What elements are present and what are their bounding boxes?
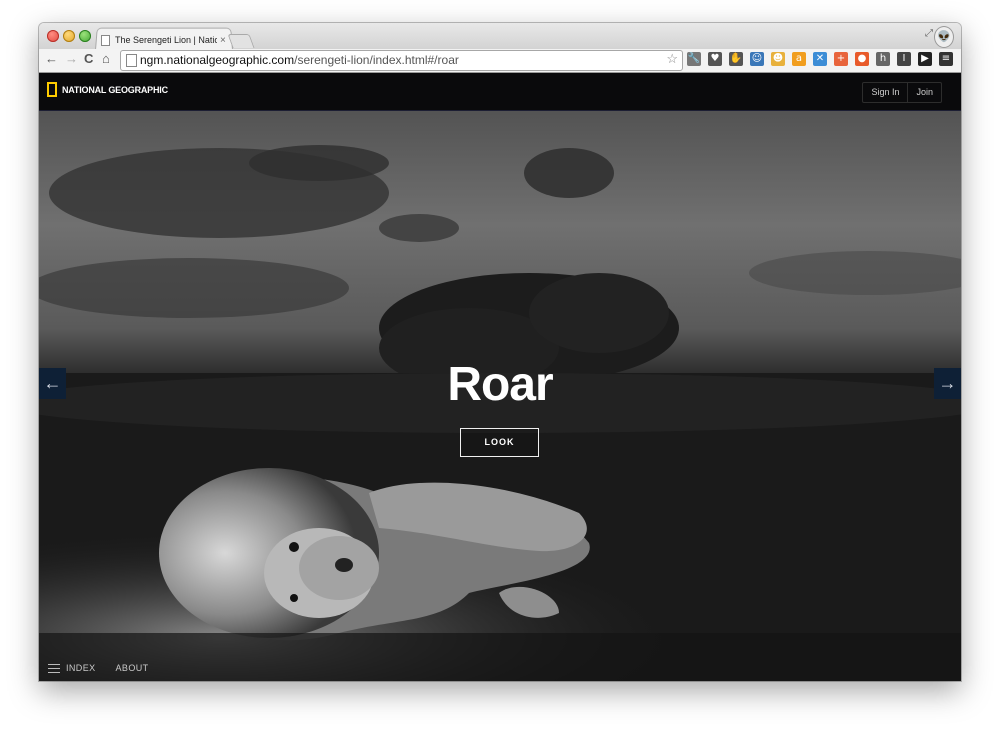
site-header: NATIONAL GEOGRAPHIC Sign In Join xyxy=(39,73,961,111)
web-page: NATIONAL GEOGRAPHIC Sign In Join ← → Roa… xyxy=(39,73,961,681)
url-path: /serengeti-lion/index.html#/roar xyxy=(294,53,459,67)
tab-close-icon[interactable]: × xyxy=(220,35,226,46)
url-host: ngm.nationalgeographic.com xyxy=(140,53,295,67)
page-footer-nav: INDEX ABOUT xyxy=(48,663,169,673)
tab-content[interactable]: The Serengeti Lion | Nation × xyxy=(101,31,229,49)
home-button[interactable]: ⌂ xyxy=(102,51,110,66)
pocket-icon[interactable]: ♥ xyxy=(708,52,722,66)
address-bar[interactable]: ngm.nationalgeographic.com/serengeti-lio… xyxy=(120,50,683,71)
face-extension-icon[interactable]: ☺ xyxy=(750,52,764,66)
hand-icon[interactable]: ✋ xyxy=(729,52,743,66)
sign-in-button[interactable]: Sign In xyxy=(863,83,907,102)
smile-extension-icon[interactable]: ☻ xyxy=(771,52,785,66)
profile-avatar[interactable]: 👽 xyxy=(934,26,954,48)
page-icon xyxy=(101,34,110,46)
x-extension-icon[interactable]: ✕ xyxy=(813,52,827,66)
back-button[interactable]: ← xyxy=(45,51,58,66)
browser-toolbar: ← → C ⌂ ngm.nationalgeographic.com/seren… xyxy=(39,49,961,73)
minimize-window-button[interactable] xyxy=(63,30,75,42)
about-link[interactable]: ABOUT xyxy=(116,663,149,673)
tab-title: The Serengeti Lion | Nation xyxy=(115,35,217,45)
browser-window: The Serengeti Lion | Nation × ⤢ 👽 ← → C … xyxy=(39,23,961,681)
bookmark-star-icon[interactable]: ☆ xyxy=(666,51,678,67)
join-button[interactable]: Join xyxy=(907,83,941,102)
index-link[interactable]: INDEX xyxy=(66,663,96,673)
look-button[interactable]: LOOK xyxy=(460,428,539,457)
orange-extension-icon[interactable]: ● xyxy=(855,52,869,66)
yellow-border-logo-icon xyxy=(47,82,57,97)
wrench-icon[interactable]: 🔧 xyxy=(687,52,701,66)
fullscreen-icon[interactable]: ⤢ xyxy=(925,28,933,39)
url-text[interactable]: ngm.nationalgeographic.com/serengeti-lio… xyxy=(140,53,459,67)
i-extension-icon[interactable]: I xyxy=(897,52,911,66)
play-extension-icon[interactable]: ▶ xyxy=(918,52,932,66)
amazon-icon[interactable]: a xyxy=(792,52,806,66)
auth-buttons: Sign In Join xyxy=(862,82,942,103)
zoom-window-button[interactable] xyxy=(79,30,91,42)
tab-bar: The Serengeti Lion | Nation × ⤢ 👽 xyxy=(39,23,961,50)
logo-text: NATIONAL GEOGRAPHIC xyxy=(62,84,168,95)
chapter-title: Roar xyxy=(447,358,553,411)
h-extension-icon[interactable]: h xyxy=(876,52,890,66)
close-window-button[interactable] xyxy=(47,30,59,42)
hamburger-menu-icon[interactable] xyxy=(48,663,60,673)
reload-button[interactable]: C xyxy=(84,51,93,66)
menu-icon[interactable]: ≡ xyxy=(939,52,953,66)
nat-geo-logo[interactable]: NATIONAL GEOGRAPHIC xyxy=(47,82,168,97)
page-icon xyxy=(126,54,137,67)
new-tab-button[interactable] xyxy=(227,34,255,48)
forward-button[interactable]: → xyxy=(65,51,78,66)
plus-extension-icon[interactable]: + xyxy=(834,52,848,66)
